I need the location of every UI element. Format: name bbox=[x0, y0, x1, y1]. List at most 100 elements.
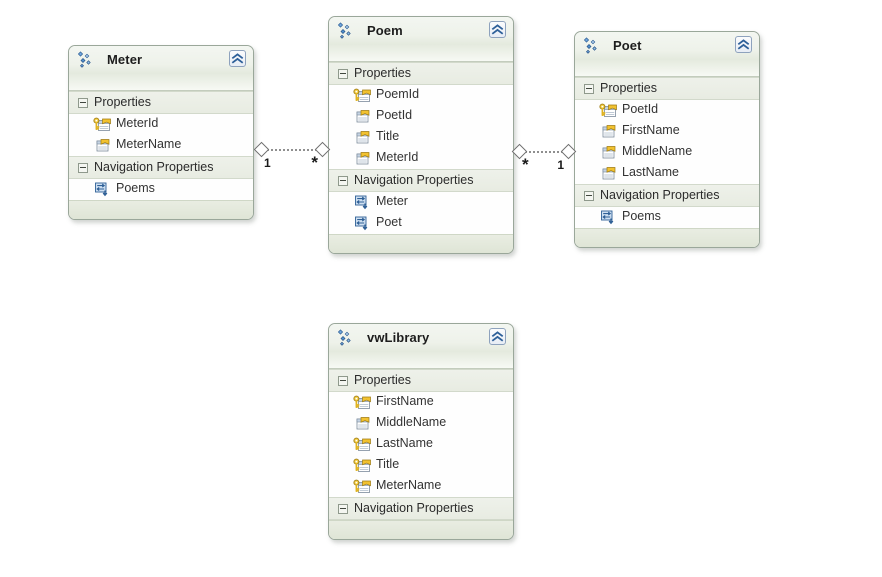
property-row[interactable]: PoetId bbox=[329, 106, 513, 127]
property-row[interactable]: MeterName bbox=[329, 476, 513, 497]
entity-header[interactable]: Poem bbox=[329, 17, 513, 62]
navigation-property-icon bbox=[599, 209, 617, 225]
entity-icon bbox=[77, 51, 97, 71]
property-row[interactable]: Title bbox=[329, 455, 513, 476]
property-name: Poems bbox=[116, 181, 155, 195]
entity-header[interactable]: vwLibrary bbox=[329, 324, 513, 369]
property-row[interactable]: MiddleName bbox=[329, 413, 513, 434]
property-row[interactable]: LastName bbox=[575, 163, 759, 184]
collapse-button[interactable] bbox=[489, 21, 506, 38]
section-header-properties[interactable]: Properties bbox=[69, 91, 253, 114]
section-header-navigation-properties[interactable]: Navigation Properties bbox=[69, 156, 253, 179]
property-row[interactable]: MiddleName bbox=[575, 142, 759, 163]
section-header-properties[interactable]: Properties bbox=[329, 369, 513, 392]
entity-header[interactable]: Poet bbox=[575, 32, 759, 77]
entity-box-poet[interactable]: Poet Properties PoetId FirstName MiddleName L… bbox=[574, 31, 760, 248]
association-line[interactable] bbox=[525, 151, 563, 153]
minus-box-icon[interactable] bbox=[584, 191, 594, 201]
multiplicity-label-right: 1 bbox=[557, 158, 564, 172]
key-property-icon bbox=[599, 102, 617, 118]
minus-box-icon[interactable] bbox=[78, 98, 88, 108]
section-label: Properties bbox=[354, 66, 411, 80]
section-label: Navigation Properties bbox=[354, 173, 474, 187]
meter-poem-association[interactable]: 1 * bbox=[253, 141, 331, 176]
property-row[interactable]: Poet bbox=[329, 213, 513, 234]
navigation-property-icon bbox=[353, 194, 371, 210]
minus-box-icon[interactable] bbox=[338, 176, 348, 186]
entity-icon bbox=[337, 22, 357, 42]
diagram-canvas[interactable]: Meter Properties MeterId MeterName Navigatio… bbox=[0, 0, 882, 577]
property-row[interactable]: Meter bbox=[329, 192, 513, 213]
minus-box-icon[interactable] bbox=[78, 163, 88, 173]
property-row[interactable]: Poems bbox=[69, 179, 253, 200]
entity-name: Poem bbox=[367, 23, 403, 38]
section-header-navigation-properties[interactable]: Navigation Properties bbox=[329, 497, 513, 520]
minus-box-icon[interactable] bbox=[338, 504, 348, 514]
section-header-properties[interactable]: Properties bbox=[329, 62, 513, 85]
property-name: MiddleName bbox=[376, 415, 447, 429]
entity-box-meter[interactable]: Meter Properties MeterId MeterName Navigatio… bbox=[68, 45, 254, 220]
property-list: MeterId MeterName bbox=[69, 114, 253, 156]
property-name: Poems bbox=[622, 209, 661, 223]
property-name: PoemId bbox=[376, 87, 420, 101]
navigation-property-icon bbox=[353, 215, 371, 231]
minus-box-icon[interactable] bbox=[584, 84, 594, 94]
chevron-double-up-icon bbox=[490, 330, 505, 343]
property-list: PoetId FirstName MiddleName LastName bbox=[575, 100, 759, 184]
collapse-button[interactable] bbox=[489, 328, 506, 345]
property-row[interactable]: LastName bbox=[329, 434, 513, 455]
scalar-property-icon bbox=[599, 165, 617, 181]
property-name: PoetId bbox=[622, 102, 659, 116]
property-row[interactable]: MeterId bbox=[69, 114, 253, 135]
section-label: Properties bbox=[94, 95, 151, 109]
multiplicity-label-right: * bbox=[311, 153, 318, 172]
entity-header[interactable]: Meter bbox=[69, 46, 253, 91]
collapse-button[interactable] bbox=[229, 50, 246, 67]
entity-box-poem[interactable]: Poem Properties PoemId PoetId Title MeterId Na… bbox=[328, 16, 514, 254]
poem-poet-association[interactable]: * 1 bbox=[511, 143, 577, 178]
property-name: MiddleName bbox=[622, 144, 693, 158]
property-row[interactable]: FirstName bbox=[575, 121, 759, 142]
multiplicity-label-left: 1 bbox=[264, 156, 271, 170]
minus-box-icon[interactable] bbox=[338, 69, 348, 79]
key-property-icon bbox=[353, 457, 371, 473]
scalar-property-icon bbox=[353, 415, 371, 431]
property-name: FirstName bbox=[376, 394, 434, 408]
key-property-icon bbox=[353, 478, 371, 494]
property-name: Title bbox=[376, 457, 400, 471]
entity-box-vwlibrary[interactable]: vwLibrary Properties FirstName MiddleName La… bbox=[328, 323, 514, 540]
scalar-property-icon bbox=[599, 144, 617, 160]
section-label: Navigation Properties bbox=[94, 160, 214, 174]
property-name: MeterId bbox=[116, 116, 159, 130]
property-row[interactable]: MeterName bbox=[69, 135, 253, 156]
section-label: Navigation Properties bbox=[354, 501, 474, 515]
association-endpoint-left[interactable] bbox=[253, 141, 270, 158]
property-row[interactable]: Title bbox=[329, 127, 513, 148]
property-row[interactable]: PoemId bbox=[329, 85, 513, 106]
entity-footer bbox=[329, 234, 513, 253]
section-header-navigation-properties[interactable]: Navigation Properties bbox=[329, 169, 513, 192]
entity-footer bbox=[329, 520, 513, 539]
entity-footer bbox=[69, 200, 253, 219]
minus-box-icon[interactable] bbox=[338, 376, 348, 386]
association-line[interactable] bbox=[267, 149, 317, 151]
property-list: PoemId PoetId Title MeterId bbox=[329, 85, 513, 169]
chevron-double-up-icon bbox=[736, 38, 751, 51]
entity-name: vwLibrary bbox=[367, 330, 430, 345]
property-row[interactable]: FirstName bbox=[329, 392, 513, 413]
key-property-icon bbox=[93, 116, 111, 132]
association-endpoint-right[interactable] bbox=[560, 143, 577, 160]
collapse-button[interactable] bbox=[735, 36, 752, 53]
section-header-navigation-properties[interactable]: Navigation Properties bbox=[575, 184, 759, 207]
property-name: MeterId bbox=[376, 150, 419, 164]
property-row[interactable]: PoetId bbox=[575, 100, 759, 121]
property-name: Poet bbox=[376, 215, 402, 229]
section-header-properties[interactable]: Properties bbox=[575, 77, 759, 100]
property-name: LastName bbox=[622, 165, 679, 179]
entity-icon bbox=[337, 329, 357, 349]
property-row[interactable]: Poems bbox=[575, 207, 759, 228]
property-name: LastName bbox=[376, 436, 433, 450]
property-row[interactable]: MeterId bbox=[329, 148, 513, 169]
entity-name: Meter bbox=[107, 52, 143, 67]
scalar-property-icon bbox=[353, 129, 371, 145]
